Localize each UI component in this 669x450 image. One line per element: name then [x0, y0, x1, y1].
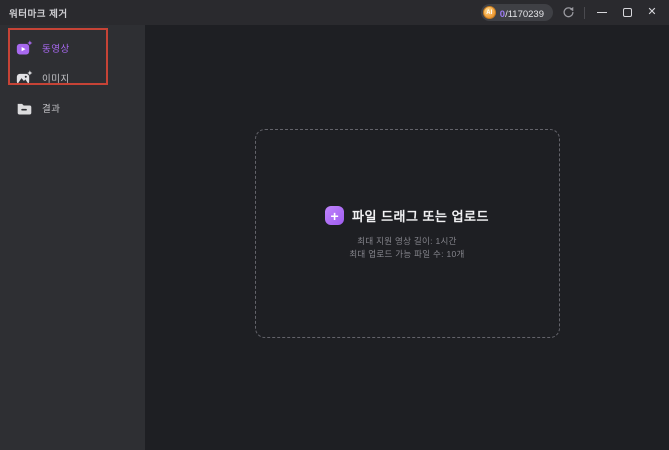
sidebar-item-label: 이미지 [42, 74, 70, 85]
upload-dropzone[interactable]: + 파일 드래그 또는 업로드 최대 지원 영상 길이: 1시간 최대 업로드 … [254, 129, 560, 338]
titlebar: 워터마크 제거 AI 0/1170239 ✕ [0, 0, 669, 25]
upload-hints: 최대 지원 영상 길이: 1시간 최대 업로드 가능 파일 수: 10개 [349, 235, 464, 261]
video-icon [16, 39, 33, 54]
main-content: + 파일 드래그 또는 업로드 최대 지원 영상 길이: 1시간 최대 업로드 … [145, 25, 669, 450]
titlebar-controls: AI 0/1170239 ✕ [480, 4, 660, 22]
sidebar-item-image[interactable]: 이미지 [0, 63, 145, 93]
hint-video-length: 최대 지원 영상 길이: 1시간 [357, 236, 457, 246]
minimize-button[interactable] [594, 5, 610, 21]
sidebar-item-video[interactable]: 동영상 [0, 33, 145, 63]
credits-value: 0/1170239 [500, 4, 544, 22]
close-icon: ✕ [647, 6, 657, 18]
sidebar: 동영상 이미지 결과 [0, 25, 145, 450]
sidebar-item-label: 동영상 [42, 44, 70, 55]
app-window: 워터마크 제거 AI 0/1170239 ✕ 동영상 이미지 결과 + 파일 드… [0, 0, 669, 450]
upload-row: + 파일 드래그 또는 업로드 [325, 206, 489, 225]
close-button[interactable]: ✕ [644, 5, 660, 21]
window-title: 워터마크 제거 [9, 8, 68, 20]
upload-title: 파일 드래그 또는 업로드 [352, 209, 489, 224]
ai-coin-icon: AI [482, 6, 496, 19]
credits-badge[interactable]: AI 0/1170239 [480, 4, 553, 22]
hint-file-count: 최대 업로드 가능 파일 수: 10개 [349, 249, 465, 259]
maximize-icon [622, 8, 632, 17]
titlebar-divider [584, 6, 585, 19]
maximize-button[interactable] [619, 5, 635, 21]
minimize-icon [597, 12, 607, 13]
refresh-icon[interactable] [562, 6, 575, 19]
credits-total: /1170239 [505, 8, 544, 20]
image-icon [16, 69, 33, 84]
folder-icon [17, 103, 32, 114]
sidebar-item-results[interactable]: 결과 [0, 93, 145, 123]
sidebar-item-label: 결과 [42, 104, 61, 115]
app-body: 동영상 이미지 결과 + 파일 드래그 또는 업로드 최대 지원 영상 길이: … [0, 25, 669, 450]
plus-icon[interactable]: + [325, 206, 345, 225]
